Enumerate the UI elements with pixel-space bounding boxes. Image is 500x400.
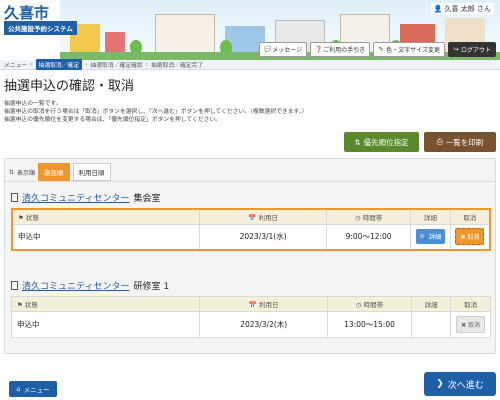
table-row: 申込中 2023/3/2(木) 13:00～15:00 ✖ 取消 — [10, 311, 491, 338]
flag-icon: ⚑ — [18, 213, 24, 222]
search-icon: 🔍 — [419, 234, 428, 242]
facility-link[interactable]: 清久コミュニティセンター — [22, 191, 129, 204]
column-header-status: ⚑ 状態 — [10, 296, 201, 312]
date-cell: 2023/3/2(木) — [199, 311, 328, 338]
calendar-icon: 📅 — [248, 213, 257, 222]
column-header-cancel: 取消 — [450, 296, 491, 312]
site-logo-subtitle: 公共施設予約システム — [4, 21, 77, 35]
column-header-time: ◷ 時間帯 — [326, 296, 413, 312]
logout-button[interactable]: ↪ ログアウト — [447, 42, 496, 57]
site-logo-title: 久喜市 — [4, 4, 50, 22]
column-header-date: 📅 利用日 — [199, 208, 328, 225]
clock-icon: ◷ — [354, 213, 361, 222]
chevron-right-icon: ❯ — [436, 379, 444, 389]
sort-bar: ⇅ 表示順 施設順 利用日順 — [9, 163, 111, 181]
clock-icon: ◷ — [355, 301, 362, 309]
detail-cell — [411, 311, 452, 338]
document-icon — [11, 193, 18, 202]
header-links: 💬 メッセージ ❓ ご利用の手引き ✎ 色・文字サイズ変更 ↪ ログアウト — [259, 42, 496, 57]
next-button[interactable]: ❯ 次へ進む — [424, 372, 496, 396]
detail-cell: 🔍 詳細 — [410, 223, 451, 251]
document-icon — [11, 281, 18, 290]
close-icon: ✖ — [461, 322, 467, 329]
priority-button[interactable]: ⇅ 優先順位指定 — [344, 132, 419, 152]
reservation-table: ⚑ 状態 📅 利用日 ◷ 時間帯 詳細 取消 申込中 2023/3/2(木) 1… — [10, 296, 491, 338]
table-header-row: ⚑ 状態 📅 利用日 ◷ 時間帯 詳細 取消 — [11, 208, 491, 225]
cancel-toggle-button[interactable]: ✖ 取消 — [455, 228, 485, 246]
column-header-cancel: 取消 — [449, 208, 491, 225]
close-icon: ✖ — [460, 234, 466, 242]
sort-by-facility-button[interactable]: 施設順 — [38, 163, 70, 181]
sort-by-date-button[interactable]: 利用日順 — [72, 163, 111, 181]
palette-icon: ✎ — [378, 45, 384, 53]
chat-icon: 💬 — [264, 45, 272, 53]
display-settings-link[interactable]: ✎ 色・文字サイズ変更 — [373, 42, 445, 57]
time-cell: 9:00～12:00 — [326, 223, 412, 251]
room-name: 集会室 — [133, 194, 161, 204]
cancel-cell: ✖ 取消 — [449, 223, 491, 251]
page-description: 抽選申込の一覧です。 抽選申込の取消を行う場合は「取消」ボタンを選択し、「次へ進… — [4, 101, 308, 123]
chevron-right-icon: › — [85, 61, 88, 68]
facility-heading: 清久コミュニティセンター 研修室 1 — [11, 279, 169, 292]
breadcrumb-menu[interactable]: メニュー — [4, 60, 27, 69]
breadcrumb-step-confirm: 抽選取消／確定確認 — [90, 63, 143, 69]
flag-icon: ⚑ — [17, 301, 23, 309]
guide-icon: ❓ — [315, 45, 323, 53]
breadcrumb: メニュー › 抽選取消／確定 › 抽選取消／確定確認 › 抽選取消／確定完了 — [0, 59, 500, 70]
page-title: 抽選申込の確認・取消 — [4, 79, 135, 94]
date-cell: 2023/3/1(水) — [199, 223, 328, 251]
column-header-detail: 詳細 — [410, 208, 451, 225]
table-row: 申込中 2023/3/1(水) 9:00～12:00 🔍 詳細 ✖ 取消 — [11, 223, 491, 251]
cancel-cell: ✖ 取消 — [450, 311, 491, 338]
print-icon: ⎙ — [436, 137, 443, 146]
column-header-time: ◷ 時間帯 — [326, 208, 412, 225]
sort-label: 表示順 — [17, 169, 36, 177]
reservation-table: ⚑ 状態 📅 利用日 ◷ 時間帯 詳細 取消 申込中 2023/3/1(水) 9… — [11, 208, 491, 251]
chevron-right-icon: › — [30, 61, 33, 68]
column-header-status: ⚑ 状態 — [11, 208, 201, 225]
guide-link[interactable]: ❓ ご利用の手引き — [310, 42, 371, 57]
table-header-row: ⚑ 状態 📅 利用日 ◷ 時間帯 詳細 取消 — [10, 296, 491, 312]
chevron-right-icon: › — [145, 61, 148, 68]
status-cell: 申込中 — [11, 223, 201, 251]
column-header-date: 📅 利用日 — [199, 296, 328, 312]
time-cell: 13:00～15:00 — [326, 311, 413, 338]
sort-icon: ⇅ — [9, 168, 15, 176]
column-header-detail: 詳細 — [411, 296, 452, 312]
user-name: 👤 久喜 太郎 さん — [430, 3, 494, 15]
facility-heading: 清久コミュニティセンター 集会室 — [11, 191, 160, 204]
sort-priority-icon: ⇅ — [354, 137, 361, 147]
user-icon: 👤 — [433, 5, 443, 13]
status-cell: 申込中 — [10, 311, 201, 338]
detail-button[interactable]: 🔍 詳細 — [415, 229, 446, 245]
reservation-panel: ⇅ 表示順 施設順 利用日順 清久コミュニティセンター 集会室 ⚑ 状態 📅 利… — [4, 158, 496, 354]
calendar-icon: 📅 — [248, 301, 257, 309]
home-icon: ⌂ — [16, 385, 21, 393]
breadcrumb-current: 抽選取消／確定 — [35, 59, 83, 70]
menu-button[interactable]: ⌂ メニュー — [9, 381, 57, 397]
print-list-button[interactable]: ⎙ 一覧を印刷 — [424, 132, 496, 152]
room-name: 研修室 1 — [133, 282, 170, 292]
facility-link[interactable]: 清久コミュニティセンター — [22, 279, 129, 292]
message-link[interactable]: 💬 メッセージ — [259, 42, 308, 57]
cancel-toggle-button[interactable]: ✖ 取消 — [456, 316, 486, 333]
breadcrumb-step-complete: 抽選取消／確定完了 — [150, 63, 204, 69]
logout-icon: ↪ — [453, 45, 459, 53]
site-header: 久喜市 公共施設予約システム 👤 久喜 太郎 さん 💬 メッセージ ❓ ご利用の… — [0, 0, 500, 60]
